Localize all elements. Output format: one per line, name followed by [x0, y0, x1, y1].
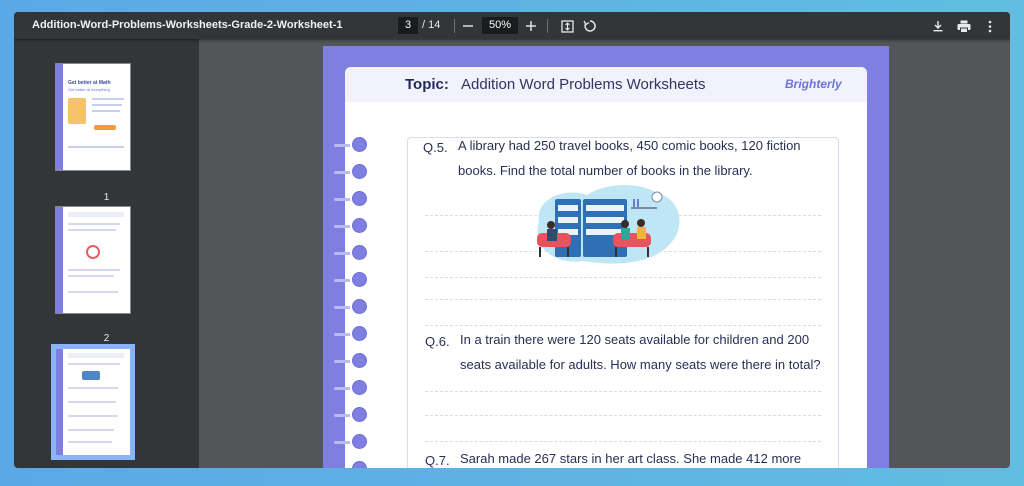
answer-line: [425, 415, 821, 416]
answer-line: [425, 299, 821, 300]
rotate-icon[interactable]: [580, 16, 600, 36]
thumbnail-label: 2: [103, 333, 110, 344]
print-icon[interactable]: [954, 16, 974, 36]
topic-label: Topic:: [405, 76, 449, 93]
binding-ring: [350, 270, 369, 289]
thumb-text-line: [68, 275, 114, 277]
page-thumbnail-3[interactable]: [51, 344, 135, 460]
thumb-text-line: [68, 363, 120, 365]
thumbnail-label: 1: [103, 192, 110, 203]
thumb-text-line: [92, 110, 120, 112]
download-icon[interactable]: [928, 16, 948, 36]
thumb-heading: Get better at Math: [68, 80, 111, 86]
binding-ring: [350, 351, 369, 370]
binding-ring: [350, 135, 369, 154]
question-number: Q.7.: [425, 453, 450, 468]
worksheet-page: Topic: Addition Word Problems Worksheets…: [323, 46, 889, 468]
answer-line: [425, 441, 821, 442]
document-viewport[interactable]: Topic: Addition Word Problems Worksheets…: [199, 39, 1010, 468]
thumb-text-line: [92, 98, 124, 100]
answer-line: [425, 391, 821, 392]
thumb-binding: [56, 64, 63, 170]
thumb-binding: [56, 207, 63, 313]
document-title: Addition-Word-Problems-Worksheets-Grade-…: [32, 19, 343, 31]
brand-logo: Brighterly: [785, 77, 842, 91]
binding-ring: [350, 189, 369, 208]
topic-title: Addition Word Problems Worksheets: [461, 76, 706, 93]
page-count: / 14: [422, 19, 441, 31]
page-thumbnail-2[interactable]: [55, 206, 131, 314]
thumb-illustration: [82, 371, 100, 380]
question-number: Q.6.: [425, 334, 450, 349]
thumb-header: [68, 212, 124, 217]
thumbnail-sidebar: Get better at Math Get better at everyth…: [14, 39, 199, 468]
thumb-text-line: [68, 269, 120, 271]
pdf-toolbar: Addition-Word-Problems-Worksheets-Grade-…: [14, 12, 1010, 39]
thumb-binding: [56, 349, 63, 455]
thumb-text-line: [68, 229, 116, 231]
toolbar-divider: [547, 19, 548, 33]
thumb-text-line: [68, 223, 120, 225]
question-text: In a train there were 120 seats availabl…: [460, 332, 821, 372]
worksheet-card: Topic: Addition Word Problems Worksheets…: [345, 67, 867, 468]
page-number-input[interactable]: 3: [398, 17, 418, 34]
question-number: Q.5.: [423, 140, 448, 155]
more-options-icon[interactable]: [980, 16, 1000, 36]
binding-ring: [350, 216, 369, 235]
worksheet-header: Topic: Addition Word Problems Worksheets…: [345, 67, 867, 102]
question-text: A library had 250 travel books, 450 comi…: [458, 138, 801, 178]
binding-ring: [350, 243, 369, 262]
binding-ring: [350, 459, 369, 468]
thumb-text-line: [68, 291, 118, 293]
thumb-header: [68, 353, 124, 358]
thumb-text-line: [92, 104, 122, 106]
binding-ring: [350, 378, 369, 397]
page-thumbnail-1[interactable]: Get better at Math Get better at everyth…: [55, 63, 131, 171]
answer-line: [425, 325, 821, 326]
answer-line: [425, 277, 821, 278]
binding-ring: [350, 432, 369, 451]
zoom-level-input[interactable]: 50%: [482, 17, 518, 34]
thumb-illustration: [86, 245, 100, 259]
thumb-text-line: [68, 387, 118, 389]
binding-ring: [350, 405, 369, 424]
library-illustration: [537, 184, 680, 264]
binding-ring: [350, 297, 369, 316]
thumb-text-line: [68, 415, 118, 417]
zoom-in-icon[interactable]: [521, 16, 541, 36]
thumb-text-line: [68, 146, 124, 148]
pdf-viewer-window: Addition-Word-Problems-Worksheets-Grade-…: [14, 12, 1010, 468]
thumb-text-line: [68, 401, 116, 403]
binding-ring: [350, 162, 369, 181]
thumb-button: [94, 125, 116, 130]
thumb-illustration: [68, 98, 86, 124]
question-text: Sarah made 267 stars in her art class. S…: [460, 451, 802, 466]
spiral-binding: [334, 46, 380, 468]
toolbar-divider: [454, 19, 455, 33]
thumb-text-line: [68, 429, 114, 431]
zoom-out-icon[interactable]: [458, 16, 478, 36]
thumb-subheading: Get better at everything: [68, 87, 110, 92]
fit-page-icon[interactable]: [557, 16, 577, 36]
binding-ring: [350, 324, 369, 343]
thumb-text-line: [68, 441, 112, 443]
